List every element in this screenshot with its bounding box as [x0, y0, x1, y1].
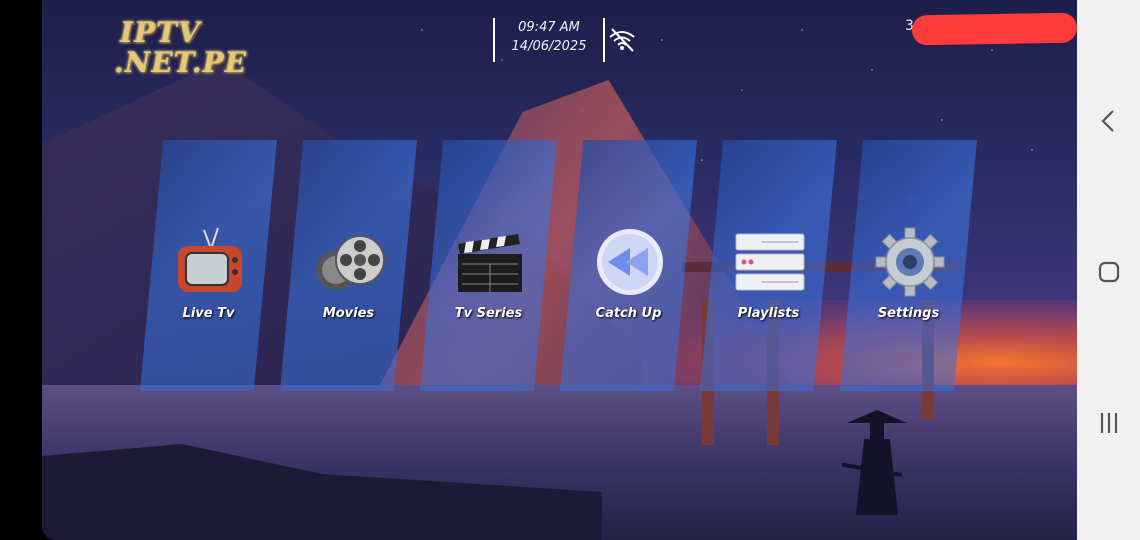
- logo-line-1: IPTV: [120, 16, 201, 49]
- clock: 09:47 AM 14/06/2025: [493, 18, 605, 62]
- redaction-mark: [911, 12, 1078, 46]
- menu-label-movies: Movies: [322, 306, 375, 321]
- menu-tile-live-tv[interactable]: Live Tv: [140, 140, 277, 391]
- menu-tile-movies[interactable]: Movies: [280, 140, 417, 391]
- samurai-silhouette: [842, 410, 907, 515]
- film-reels-icon: [316, 235, 385, 290]
- menu-label-playlists: Playlists: [737, 306, 800, 321]
- server-stack-icon: [735, 233, 805, 291]
- menu-tile-tv-series[interactable]: Tv Series: [420, 140, 557, 391]
- menu-tile-settings[interactable]: Settings: [840, 140, 977, 391]
- rewind-icon: [597, 229, 663, 295]
- back-icon[interactable]: [1095, 107, 1123, 135]
- wifi-off-icon: [609, 28, 635, 52]
- logo-line-2: .NET.PE: [114, 46, 248, 79]
- clapperboard-icon: [458, 234, 522, 292]
- menu-label-settings: Settings: [877, 306, 940, 321]
- left-bezel: [0, 0, 42, 540]
- recents-icon[interactable]: [1095, 409, 1123, 437]
- system-navigation-bar: [1077, 0, 1140, 540]
- clock-time: 09:47 AM: [518, 20, 580, 35]
- app-logo: IPTV .NET.PE: [114, 16, 260, 88]
- menu-label-catch-up: Catch Up: [595, 306, 662, 321]
- menu-label-tv-series: Tv Series: [454, 306, 523, 321]
- menu-tile-playlists[interactable]: Playlists: [700, 140, 837, 391]
- tv-icon: [178, 227, 242, 292]
- clock-date: 14/06/2025: [511, 39, 587, 54]
- menu-tile-catch-up[interactable]: Catch Up: [560, 140, 697, 391]
- menu-label-live-tv: Live Tv: [182, 306, 235, 321]
- home-icon[interactable]: [1095, 258, 1123, 286]
- gear-icon: [875, 227, 945, 297]
